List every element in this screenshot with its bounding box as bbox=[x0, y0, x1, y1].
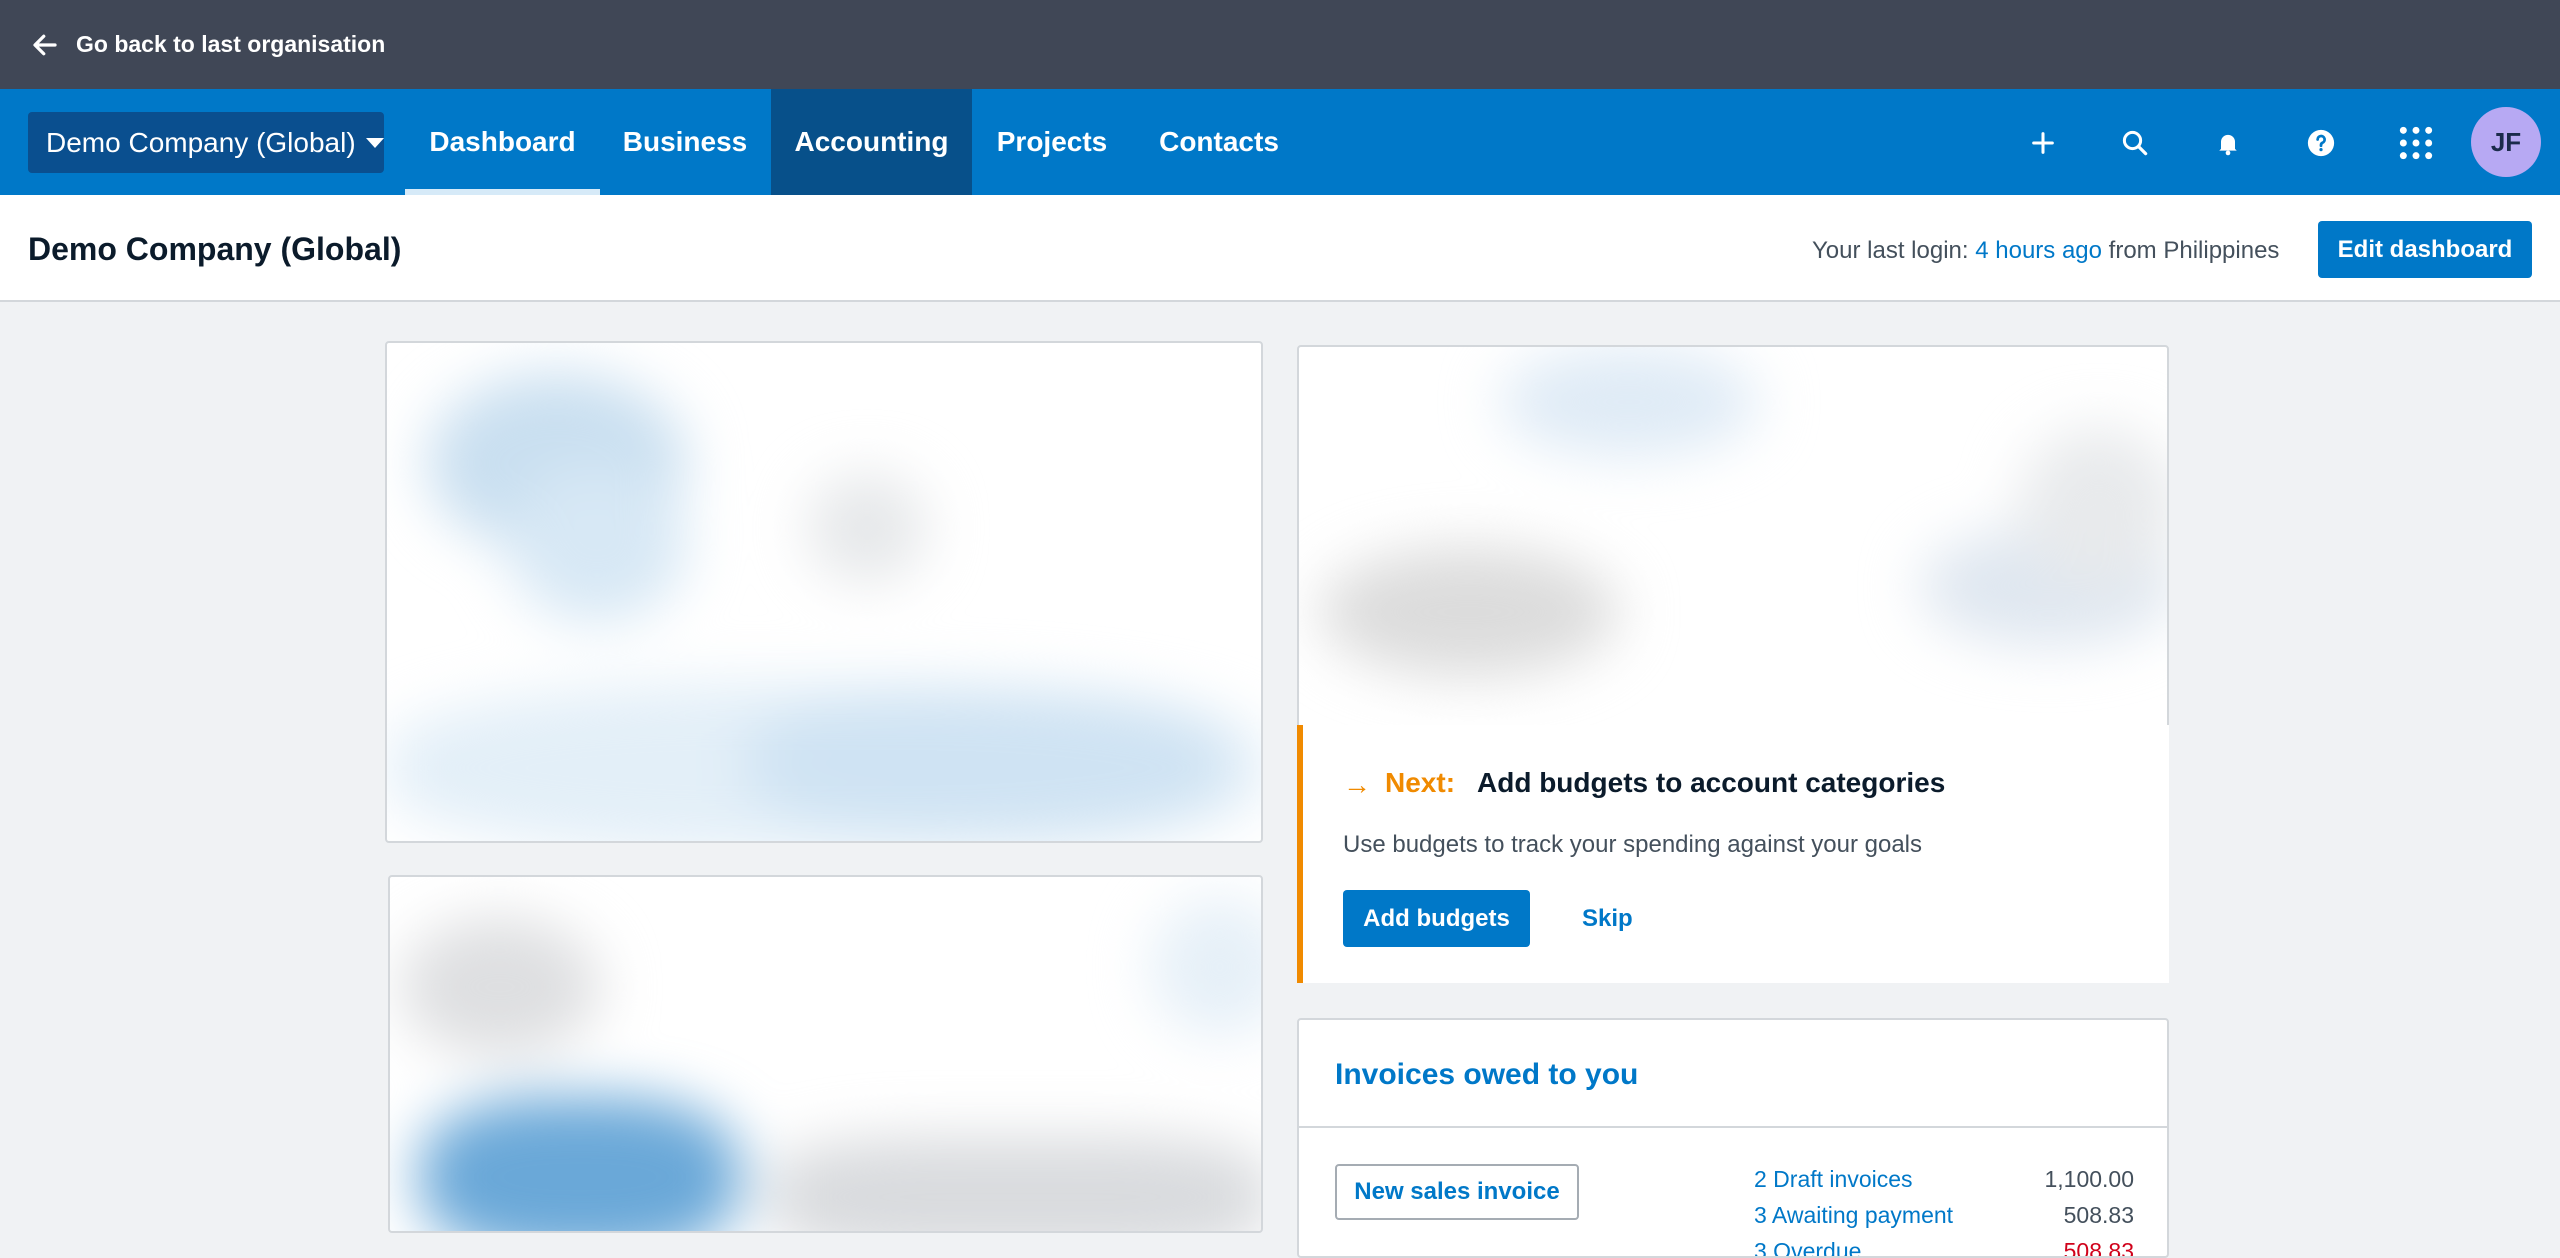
add-budgets-button[interactable]: Add budgets bbox=[1343, 890, 1530, 947]
back-to-last-org-link[interactable]: Go back to last organisation bbox=[30, 30, 385, 60]
divider bbox=[1299, 1126, 2167, 1128]
tab-projects[interactable]: Projects bbox=[982, 89, 1122, 195]
invoices-owed-card: Invoices owed to you New sales invoice 2… bbox=[1297, 1018, 2169, 1258]
tab-dashboard-label: Dashboard bbox=[429, 126, 576, 157]
overdue-link[interactable]: 3 Overdue bbox=[1754, 1238, 1861, 1256]
draft-invoices-link[interactable]: 2 Draft invoices bbox=[1754, 1166, 1913, 1193]
org-switcher[interactable]: Demo Company (Global) bbox=[28, 112, 384, 173]
org-bar: Go back to last organisation bbox=[0, 0, 2560, 89]
tab-dashboard[interactable]: Dashboard bbox=[405, 89, 600, 195]
arrow-left-icon bbox=[33, 34, 57, 55]
last-login-time-link[interactable]: 4 hours ago bbox=[1975, 237, 2102, 264]
tab-business-label: Business bbox=[622, 126, 748, 157]
org-switcher-label: Demo Company (Global) bbox=[46, 126, 356, 158]
caret-down-icon bbox=[365, 137, 384, 148]
bell-icon[interactable] bbox=[2210, 125, 2246, 161]
blurred-widget-card bbox=[388, 875, 1263, 1233]
invoices-owed-title[interactable]: Invoices owed to you bbox=[1335, 1058, 1638, 1092]
tab-accounting[interactable]: Accounting bbox=[771, 89, 972, 195]
next-step-description: Use budgets to track your spending again… bbox=[1343, 831, 1923, 858]
apps-grid-icon[interactable] bbox=[2396, 123, 2436, 163]
next-step-title: Add budgets to account categories bbox=[1477, 767, 1946, 798]
tab-contacts[interactable]: Contacts bbox=[1148, 89, 1290, 195]
avatar[interactable]: JF bbox=[2471, 107, 2541, 177]
last-login-info: Your last login: 4 hours ago from Philip… bbox=[1812, 237, 2279, 265]
awaiting-payment-amount: 508.83 bbox=[2063, 1202, 2134, 1228]
search-icon[interactable] bbox=[2117, 125, 2153, 161]
next-step-panel: → Next: Add budgets to account categorie… bbox=[1297, 725, 2169, 983]
main-nav: Demo Company (Global) Dashboard Business… bbox=[0, 89, 2560, 195]
page-title: Demo Company (Global) bbox=[28, 231, 402, 267]
avatar-initials: JF bbox=[2490, 126, 2522, 157]
page-header: Demo Company (Global) Your last login: 4… bbox=[0, 195, 2560, 302]
blurred-widget-card bbox=[385, 341, 1263, 843]
edit-dashboard-button[interactable]: Edit dashboard bbox=[2318, 221, 2532, 278]
back-link-label: Go back to last organisation bbox=[76, 31, 386, 57]
next-label: Next: bbox=[1385, 767, 1456, 798]
last-login-prefix: Your last login: bbox=[1812, 237, 1969, 264]
draft-invoices-amount: 1,100.00 bbox=[2044, 1166, 2134, 1192]
tab-business[interactable]: Business bbox=[610, 89, 760, 195]
help-icon[interactable] bbox=[2303, 125, 2339, 161]
arrow-right-icon: → bbox=[1343, 769, 1371, 800]
skip-button[interactable]: Skip bbox=[1582, 905, 1633, 933]
tab-accounting-label: Accounting bbox=[794, 126, 949, 157]
tab-contacts-label: Contacts bbox=[1159, 126, 1279, 157]
last-login-suffix: from Philippines bbox=[2108, 237, 2280, 264]
awaiting-payment-link[interactable]: 3 Awaiting payment bbox=[1754, 1202, 1953, 1229]
overdue-amount: 508.83 bbox=[2063, 1238, 2134, 1258]
plus-icon[interactable] bbox=[2025, 125, 2061, 161]
new-sales-invoice-button[interactable]: New sales invoice bbox=[1335, 1164, 1579, 1220]
tab-projects-label: Projects bbox=[996, 126, 1108, 157]
